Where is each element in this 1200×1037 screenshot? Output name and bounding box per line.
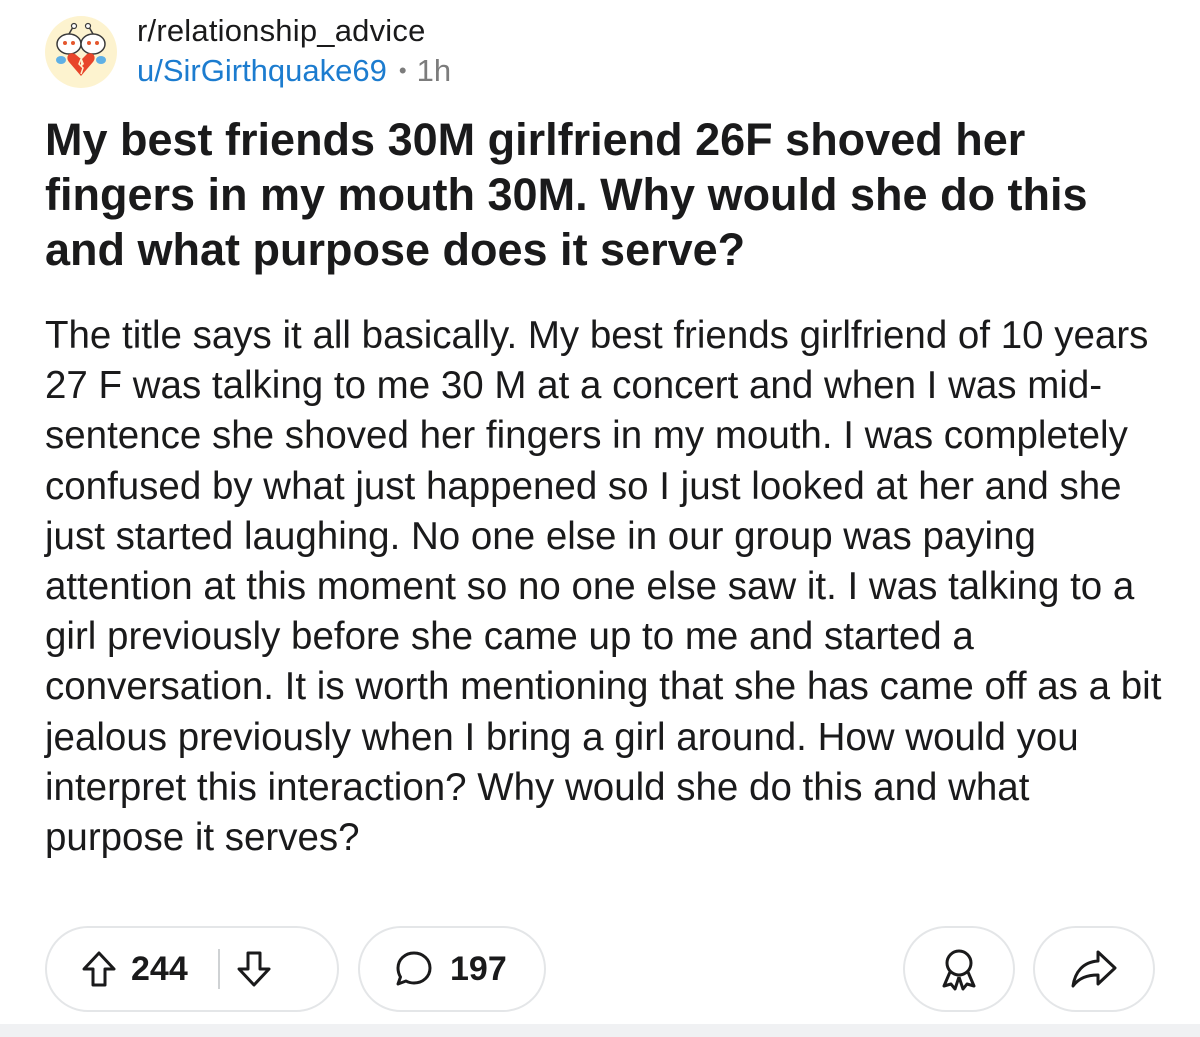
post-title[interactable]: My best friends 30M girlfriend 26F shove…	[45, 112, 1165, 277]
subreddit-icon	[56, 22, 106, 76]
arrow-up-icon	[82, 951, 116, 987]
post-header: r/relationship_advice u/SirGirthquake69 …	[45, 12, 451, 92]
arrow-down-icon	[237, 951, 271, 987]
subreddit-avatar[interactable]	[45, 16, 117, 88]
award-ribbon-icon	[942, 949, 976, 991]
comment-count: 197	[450, 949, 507, 988]
share-button[interactable]	[1033, 926, 1155, 1012]
post-time: 1h	[416, 53, 452, 88]
meta-separator: •	[398, 58, 407, 83]
bottom-divider	[0, 1024, 1200, 1037]
upvote-button[interactable]	[81, 950, 117, 988]
comments-button[interactable]: 197	[358, 926, 546, 1012]
author-row: u/SirGirthquake69 • 1h	[137, 50, 451, 92]
downvote-button[interactable]	[236, 950, 272, 988]
award-button[interactable]	[903, 926, 1015, 1012]
post-body: The title says it all basically. My best…	[45, 314, 1162, 860]
comment-icon-wrap	[394, 949, 434, 989]
vote-count: 244	[131, 949, 188, 988]
speech-bubble-icon	[396, 951, 432, 986]
author-link[interactable]: u/SirGirthquake69	[137, 50, 387, 92]
post-meta: r/relationship_advice u/SirGirthquake69 …	[137, 12, 451, 92]
vote-divider	[217, 949, 220, 989]
post-actions: 244 197	[0, 926, 1200, 1016]
subreddit-name[interactable]: r/relationship_advice	[137, 12, 451, 50]
share-arrow-icon	[1071, 950, 1117, 988]
vote-control: 244	[45, 926, 339, 1012]
post-card: r/relationship_advice u/SirGirthquake69 …	[0, 0, 1200, 1024]
